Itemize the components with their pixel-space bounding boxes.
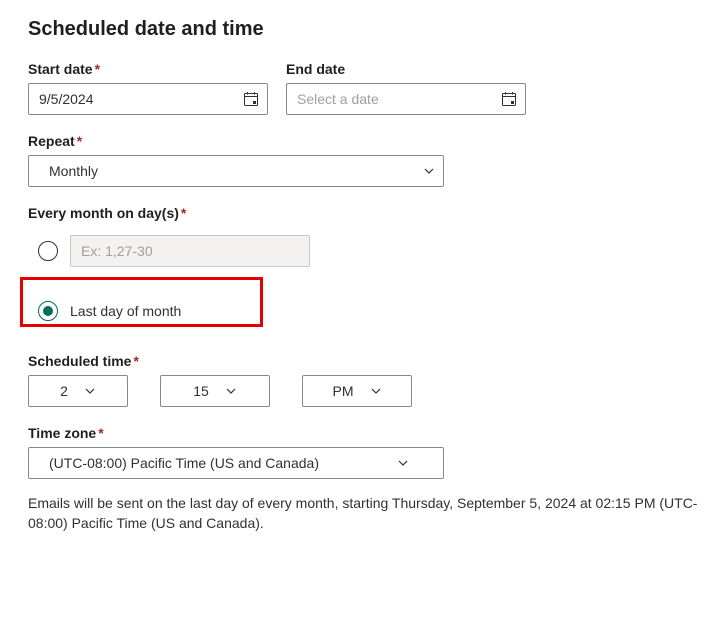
days-placeholder: Ex: 1,27-30 — [81, 243, 301, 259]
chevron-down-icon — [370, 385, 382, 397]
scheduled-time-label: Scheduled time* — [28, 353, 699, 369]
ampm-value: PM — [333, 383, 354, 399]
timezone-select[interactable]: (UTC-08:00) Pacific Time (US and Canada) — [28, 447, 444, 479]
repeat-label: Repeat* — [28, 133, 444, 149]
radio-last-day-label: Last day of month — [70, 303, 181, 319]
chevron-down-icon — [225, 385, 237, 397]
end-date-placeholder: Select a date — [297, 91, 493, 107]
every-month-label: Every month on day(s)* — [28, 205, 699, 221]
repeat-value: Monthly — [49, 163, 415, 179]
hour-select[interactable]: 2 — [28, 375, 128, 407]
start-date-label: Start date* — [28, 61, 268, 77]
minute-select[interactable]: 15 — [160, 375, 270, 407]
chevron-down-icon — [397, 457, 409, 469]
start-date-value: 9/5/2024 — [39, 91, 235, 107]
schedule-summary: Emails will be sent on the last day of e… — [28, 493, 699, 534]
hour-value: 2 — [60, 383, 68, 399]
ampm-select[interactable]: PM — [302, 375, 412, 407]
chevron-down-icon — [84, 385, 96, 397]
chevron-down-icon — [423, 165, 435, 177]
end-date-label: End date — [286, 61, 526, 77]
repeat-select[interactable]: Monthly — [28, 155, 444, 187]
radio-last-day[interactable] — [38, 301, 58, 321]
calendar-icon[interactable] — [501, 91, 517, 107]
section-title: Scheduled date and time — [28, 18, 699, 41]
timezone-label: Time zone* — [28, 425, 444, 441]
end-date-input[interactable]: Select a date — [286, 83, 526, 115]
calendar-icon[interactable] — [243, 91, 259, 107]
radio-days-input[interactable] — [38, 241, 58, 261]
timezone-value: (UTC-08:00) Pacific Time (US and Canada) — [49, 455, 389, 471]
start-date-input[interactable]: 9/5/2024 — [28, 83, 268, 115]
days-input[interactable]: Ex: 1,27-30 — [70, 235, 310, 267]
minute-value: 15 — [193, 383, 209, 399]
